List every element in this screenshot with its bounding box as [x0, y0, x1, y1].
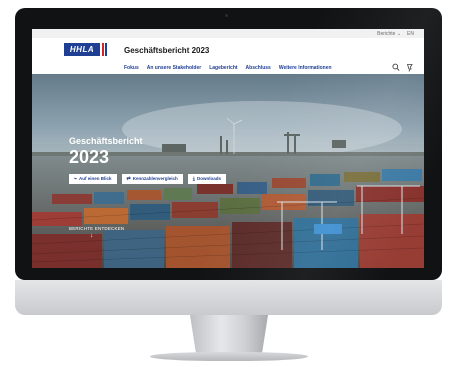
nav-item-fokus[interactable]: Fokus — [124, 65, 139, 71]
monitor-stand — [190, 315, 268, 355]
key-figures-button[interactable]: ⇄ Kennzahlenvergleich — [121, 174, 183, 184]
site-header: HHLA Geschäftsbericht 2023 — [32, 38, 424, 62]
nav-item-stakeholder[interactable]: An unsere Stakeholder — [147, 65, 201, 71]
pin-icon[interactable] — [406, 63, 414, 72]
monitor-chin — [15, 280, 442, 315]
page-title: Geschäftsbericht 2023 — [124, 46, 210, 55]
hero-year: 2023 — [69, 147, 110, 167]
screen: Berichte ⌄ EN HHLA Geschäftsbericht 2023… — [32, 29, 424, 268]
monitor-foot — [150, 352, 308, 361]
nav-item-lagebericht[interactable]: Lagebericht — [209, 65, 237, 71]
arrow-down-icon[interactable]: ↓ — [90, 233, 93, 239]
reports-menu[interactable]: Berichte ⌄ — [377, 31, 401, 37]
language-switch[interactable]: EN — [407, 31, 414, 37]
search-icon[interactable] — [392, 63, 400, 72]
compare-icon: ⇄ — [126, 176, 131, 182]
hero-button-row: ⌁ Auf einen Blick ⇄ Kennzahlenvergleich ⤓ D… — [69, 174, 226, 184]
top-utility-bar: Berichte ⌄ EN — [32, 29, 424, 38]
downloads-button[interactable]: ⤓ Downloads — [187, 174, 226, 184]
hero-section: Geschäftsbericht 2023 ⌁ Auf einen Blick ⇄… — [32, 74, 424, 268]
nav-item-weitere-informationen[interactable]: Weitere Informationen — [279, 65, 332, 71]
chart-icon: ⌁ — [74, 176, 78, 182]
nav-item-abschluss[interactable]: Abschluss — [246, 65, 271, 71]
camera-dot — [225, 14, 228, 17]
at-a-glance-button[interactable]: ⌁ Auf einen Blick — [69, 174, 117, 184]
hero-title: Geschäftsbericht — [69, 136, 143, 146]
chevron-down-icon: ⌄ — [396, 31, 402, 37]
monitor-bezel: Berichte ⌄ EN HHLA Geschäftsbericht 2023… — [15, 8, 442, 280]
hhla-logo[interactable]: HHLA — [64, 43, 116, 56]
download-icon: ⤓ — [192, 176, 195, 182]
discover-reports-link[interactable]: BERICHTE ENTDECKEN — [69, 226, 124, 231]
